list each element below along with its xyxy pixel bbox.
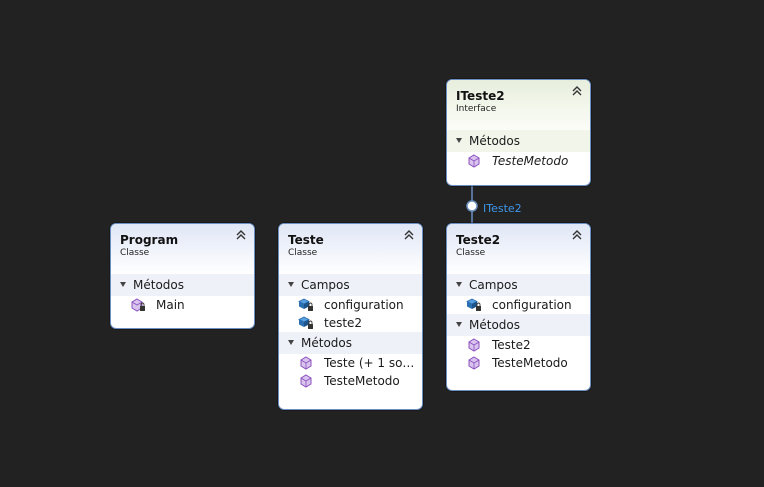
shape-name: Program bbox=[120, 233, 179, 247]
method-icon bbox=[468, 338, 480, 352]
shape-kind: Classe bbox=[456, 248, 486, 258]
method-item[interactable]: TesteMetodo bbox=[447, 152, 590, 170]
expand-triangle-icon bbox=[288, 340, 294, 345]
private-method-icon bbox=[131, 298, 145, 312]
expand-triangle-icon bbox=[456, 322, 462, 327]
method-item[interactable]: TesteMetodo bbox=[279, 372, 422, 390]
private-field-icon bbox=[298, 298, 313, 311]
methods-section-header[interactable]: Métodos bbox=[279, 332, 422, 354]
collapse-chevron-icon[interactable] bbox=[236, 230, 246, 240]
method-item[interactable]: Teste (+ 1 sobr… bbox=[279, 354, 422, 372]
method-item[interactable]: TesteMetodo bbox=[447, 354, 590, 372]
methods-section-header[interactable]: Métodos bbox=[111, 274, 254, 296]
shape-header: Teste2 Classe bbox=[447, 224, 590, 274]
shape-header: Teste Classe bbox=[279, 224, 422, 274]
shape-kind: Classe bbox=[120, 248, 150, 258]
shape-kind: Interface bbox=[456, 104, 497, 114]
fields-section-header[interactable]: Campos bbox=[279, 274, 422, 296]
collapse-chevron-icon[interactable] bbox=[572, 230, 582, 240]
shape-header: ITeste2 Interface bbox=[447, 80, 590, 130]
shape-name: ITeste2 bbox=[456, 89, 505, 103]
methods-section-header[interactable]: Métodos bbox=[447, 314, 590, 336]
method-icon bbox=[468, 154, 480, 168]
expand-triangle-icon bbox=[456, 282, 462, 287]
shape-name: Teste bbox=[288, 233, 324, 247]
field-item[interactable]: configuration bbox=[279, 296, 422, 314]
collapse-chevron-icon[interactable] bbox=[572, 86, 582, 96]
class-teste2[interactable]: Teste2 Classe Campos configuration Métod… bbox=[446, 223, 591, 391]
field-item[interactable]: teste2 bbox=[279, 314, 422, 332]
lollipop-circle bbox=[466, 200, 478, 212]
connector-label: ITeste2 bbox=[483, 202, 522, 215]
class-program[interactable]: Program Classe Métodos Main bbox=[110, 223, 255, 329]
class-teste[interactable]: Teste Classe Campos configuration teste2… bbox=[278, 223, 423, 410]
interface-iteste2[interactable]: ITeste2 Interface Métodos TesteMetodo bbox=[446, 79, 591, 186]
shape-name: Teste2 bbox=[456, 233, 501, 247]
expand-triangle-icon bbox=[120, 282, 126, 287]
fields-section-header[interactable]: Campos bbox=[447, 274, 590, 296]
method-item[interactable]: Main bbox=[111, 296, 254, 314]
expand-triangle-icon bbox=[456, 138, 462, 143]
shape-kind: Classe bbox=[288, 248, 318, 258]
method-icon bbox=[300, 374, 312, 388]
field-item[interactable]: configuration bbox=[447, 296, 590, 314]
method-icon bbox=[300, 356, 312, 370]
expand-triangle-icon bbox=[288, 282, 294, 287]
shape-header: Program Classe bbox=[111, 224, 254, 274]
method-icon bbox=[468, 356, 480, 370]
collapse-chevron-icon[interactable] bbox=[404, 230, 414, 240]
private-field-icon bbox=[298, 316, 313, 329]
method-item[interactable]: Teste2 bbox=[447, 336, 590, 354]
methods-section-header[interactable]: Métodos bbox=[447, 130, 590, 152]
private-field-icon bbox=[466, 298, 481, 311]
